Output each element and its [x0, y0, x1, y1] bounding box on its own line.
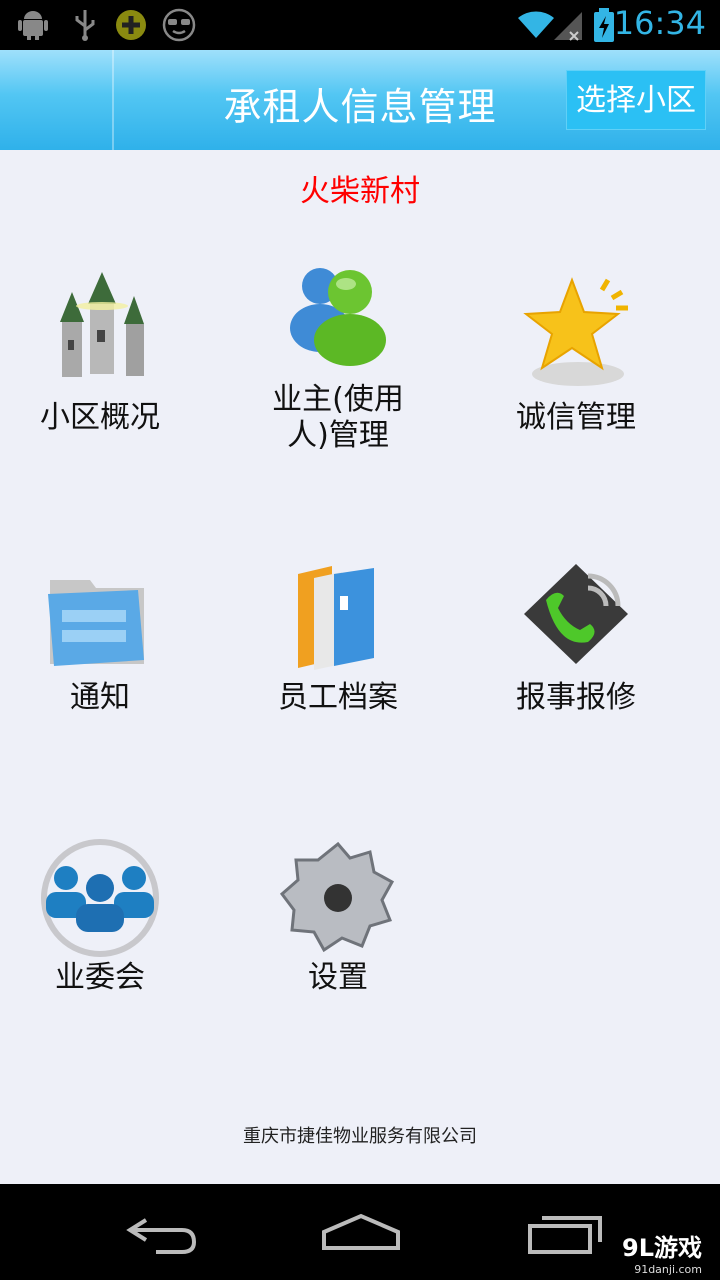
- phone-icon: [524, 564, 628, 664]
- select-community-button[interactable]: 选择小区: [566, 70, 706, 130]
- committee-icon: [41, 839, 159, 957]
- menu-label: 诚信管理: [516, 400, 636, 435]
- menu-label: 业委会: [55, 960, 145, 995]
- company-footer: 重庆市捷佳物业服务有限公司: [243, 1126, 477, 1147]
- signal-icon: [554, 12, 582, 41]
- castle-icon: [60, 272, 144, 377]
- clock: 16:34: [613, 4, 706, 42]
- watermark: 9L游戏 91danji.com: [622, 1228, 702, 1276]
- home-icon[interactable]: [316, 1206, 406, 1258]
- watermark-site: 91danji.com: [634, 1263, 702, 1276]
- navigation-bar: [0, 1184, 720, 1280]
- menu-item-owner-management[interactable]: 业主(使用 人)管理: [218, 256, 458, 456]
- back-icon[interactable]: [116, 1206, 206, 1258]
- menu-item-community-overview[interactable]: 小区概况: [0, 270, 220, 450]
- menu-label: 通知: [70, 680, 130, 715]
- status-bar: 16:34: [0, 0, 720, 50]
- menu-label: 设置: [308, 960, 368, 995]
- menu-label-line1: 业主(使用: [272, 382, 404, 417]
- watermark-brand: 9L游戏: [622, 1234, 702, 1262]
- sunglasses-icon: [162, 8, 196, 42]
- menu-label: 小区概况: [40, 400, 160, 435]
- menu-item-settings[interactable]: 设置: [218, 838, 458, 1000]
- usb-icon: [75, 10, 95, 41]
- files-icon: [298, 566, 374, 670]
- recent-apps-icon[interactable]: [522, 1206, 612, 1258]
- title-bar: 承租人信息管理 选择小区: [0, 50, 720, 150]
- menu-label: 报事报修: [516, 680, 636, 715]
- community-name: 火柴新村: [300, 174, 420, 209]
- star-icon: [523, 277, 628, 386]
- app-notification-icon: [116, 10, 146, 40]
- battery-charging-icon: [594, 8, 614, 42]
- menu-label-line2: 人)管理: [287, 418, 389, 453]
- menu-item-staff-files[interactable]: 员工档案: [218, 560, 458, 720]
- android-debug-icon: [18, 11, 48, 40]
- users-icon: [290, 268, 386, 366]
- wifi-icon: [518, 11, 554, 38]
- menu-label: 员工档案: [278, 680, 398, 715]
- menu-item-credit-management[interactable]: 诚信管理: [456, 270, 696, 450]
- folder-icon: [48, 580, 144, 666]
- menu-item-report-repair[interactable]: 报事报修: [456, 560, 696, 720]
- gear-icon: [279, 841, 395, 953]
- menu-item-notice[interactable]: 通知: [0, 560, 220, 720]
- menu-item-committee[interactable]: 业委会: [0, 838, 220, 1000]
